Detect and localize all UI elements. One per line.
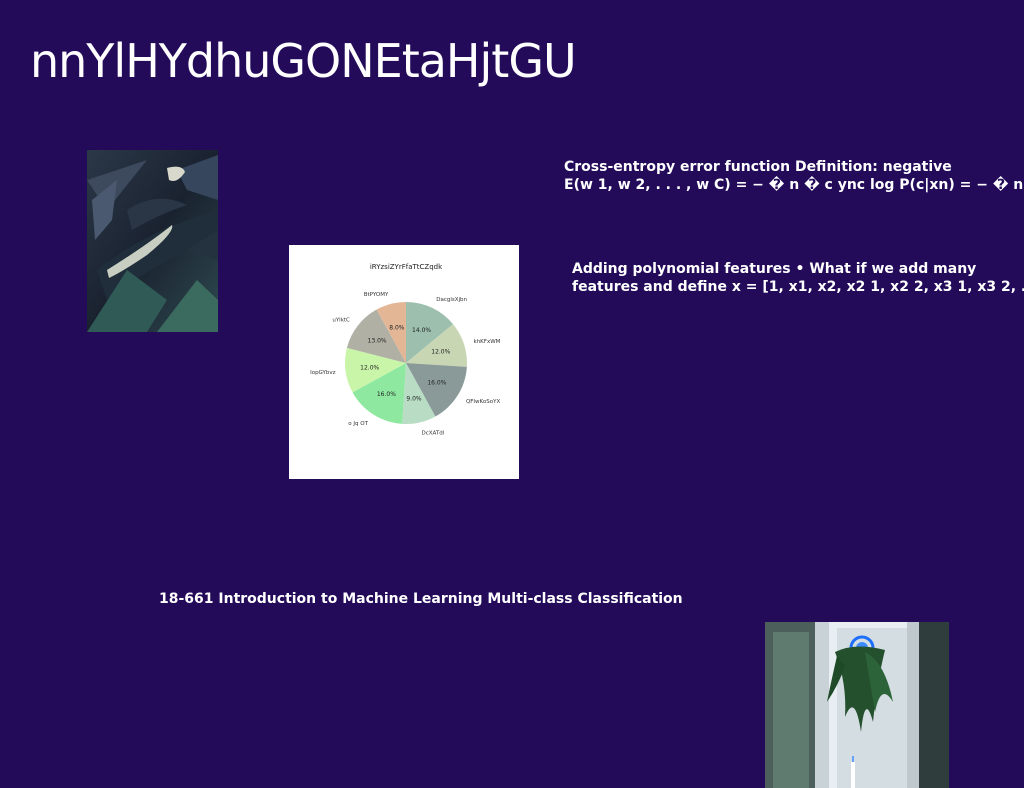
cross-entropy-line-1: Cross-entropy error function Definition:… xyxy=(564,159,952,175)
pie-category-label: khKFxWM xyxy=(474,339,501,345)
pie-category-label: uYlktC xyxy=(332,317,350,323)
pie-pct-label: 13.0% xyxy=(368,338,387,345)
polynomial-line-2: features and define x = [1, x1, x2, x2 1… xyxy=(572,279,1024,295)
pie-chart: iRYzsiZYrFfaTtCZqdk 14.0% DacglsXjbn 12.0%… xyxy=(289,245,519,479)
pie-pct-label: 8.0% xyxy=(389,325,405,332)
pie-pct-label: 16.0% xyxy=(377,391,396,398)
course-caption: 18-661 Introduction to Machine Learning … xyxy=(159,591,683,607)
pie-category-label: IopGYbvz xyxy=(310,370,336,376)
cross-entropy-line-2: E(w 1, w 2, . . . , w C) = − � n � c ync… xyxy=(564,177,1024,193)
pie-pct-label: 14.0% xyxy=(412,327,431,334)
pie-category-label: BtPYOMY xyxy=(364,292,389,298)
polynomial-line-1: Adding polynomial features • What if we … xyxy=(572,261,977,277)
chart-title: iRYzsiZYrFfaTtCZqdk xyxy=(370,263,443,271)
feathers-photo xyxy=(87,150,218,332)
pie-pct-label: 12.0% xyxy=(360,365,379,372)
pie-pct-label: 16.0% xyxy=(427,380,446,387)
pie-category-label: o Jq OT xyxy=(348,421,368,427)
window-plant-photo xyxy=(765,622,949,788)
cross-entropy-text: Cross-entropy error function Definition:… xyxy=(564,158,1024,194)
pie-pct-label: 12.0% xyxy=(431,349,450,356)
pie-category-label: QFIwKoSoYX xyxy=(466,399,501,405)
slide-title: nnYlHYdhuGONEtaHjtGU xyxy=(30,34,577,88)
pie-pct-label: 9.0% xyxy=(406,396,422,403)
pie-chart-svg: iRYzsiZYrFfaTtCZqdk 14.0% DacglsXjbn 12.0%… xyxy=(310,263,501,436)
pie-category-label: DacglsXjbn xyxy=(436,297,467,303)
pie-category-label: DcXATdl xyxy=(421,430,444,436)
polynomial-features-text: Adding polynomial features • What if we … xyxy=(572,260,1024,296)
